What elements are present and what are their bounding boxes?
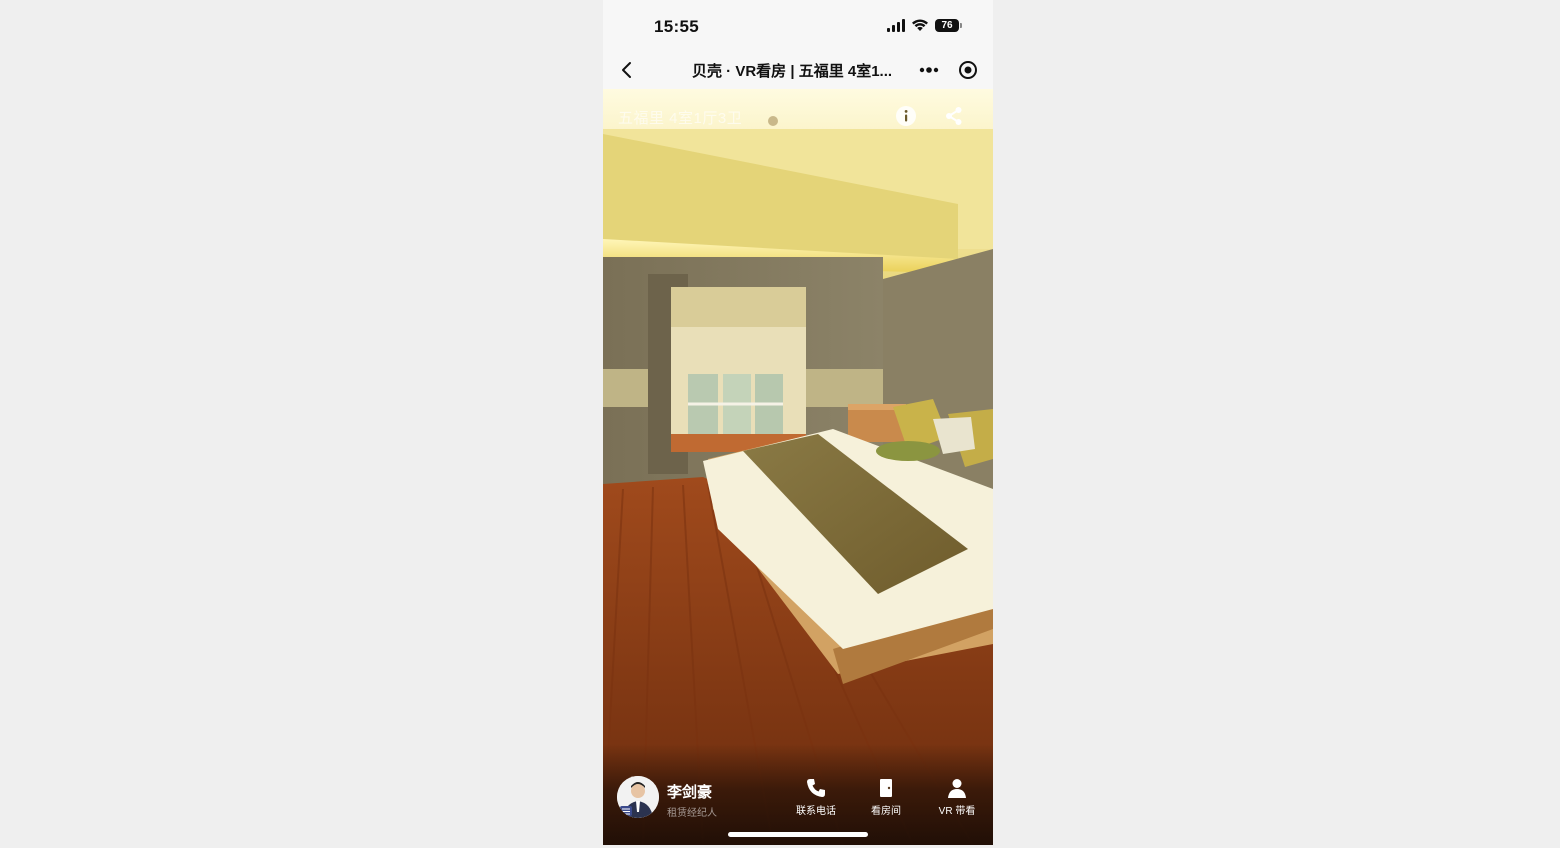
view-room-button[interactable]: 看房间 xyxy=(858,777,914,817)
call-button[interactable]: 联系电话 xyxy=(788,777,844,817)
signal-icon xyxy=(887,18,905,32)
phone-frame: 15:55 76 贝壳 · VR看房 | 五福里 4室1... 五福里 4室1厅… xyxy=(603,0,993,845)
agent-name[interactable]: 李剑豪 xyxy=(667,781,712,802)
battery-icon: 76 xyxy=(935,18,962,32)
view-room-label: 看房间 xyxy=(871,806,901,817)
chevron-left-icon[interactable] xyxy=(615,58,639,82)
info-icon[interactable] xyxy=(895,105,917,127)
vr-panorama-viewer[interactable]: 五福里 4室1厅3卫 李剑豪 租赁经纪人 联系电话 看房间 VR 带看 xyxy=(603,89,993,845)
avatar[interactable] xyxy=(617,776,659,818)
status-time: 15:55 xyxy=(654,17,699,36)
status-icons: 76 xyxy=(887,18,962,32)
wifi-icon xyxy=(912,19,928,31)
vr-tour-label: VR 带看 xyxy=(938,806,976,817)
more-dots-icon[interactable] xyxy=(917,58,941,82)
nav-bar: 贝壳 · VR看房 | 五福里 4室1... xyxy=(603,50,993,90)
bedroom-panorama[interactable] xyxy=(603,89,993,845)
call-label: 联系电话 xyxy=(796,806,836,817)
share-icon[interactable] xyxy=(943,105,965,127)
agent-photo xyxy=(617,776,659,818)
person-icon xyxy=(948,779,966,798)
listing-title: 五福里 4室1厅3卫 xyxy=(618,110,743,127)
door-icon xyxy=(880,779,892,797)
home-indicator[interactable] xyxy=(728,832,868,837)
page-title: 贝壳 · VR看房 | 五福里 4室1... xyxy=(692,63,893,80)
agent-role: 租赁经纪人 xyxy=(667,808,717,819)
target-icon[interactable] xyxy=(956,58,980,82)
status-bar: 15:55 76 xyxy=(603,0,993,50)
vr-tour-button[interactable]: VR 带看 xyxy=(929,777,985,817)
bottom-action-bar: 李剑豪 租赁经纪人 联系电话 看房间 VR 带看 xyxy=(603,744,993,845)
phone-icon xyxy=(807,779,825,797)
